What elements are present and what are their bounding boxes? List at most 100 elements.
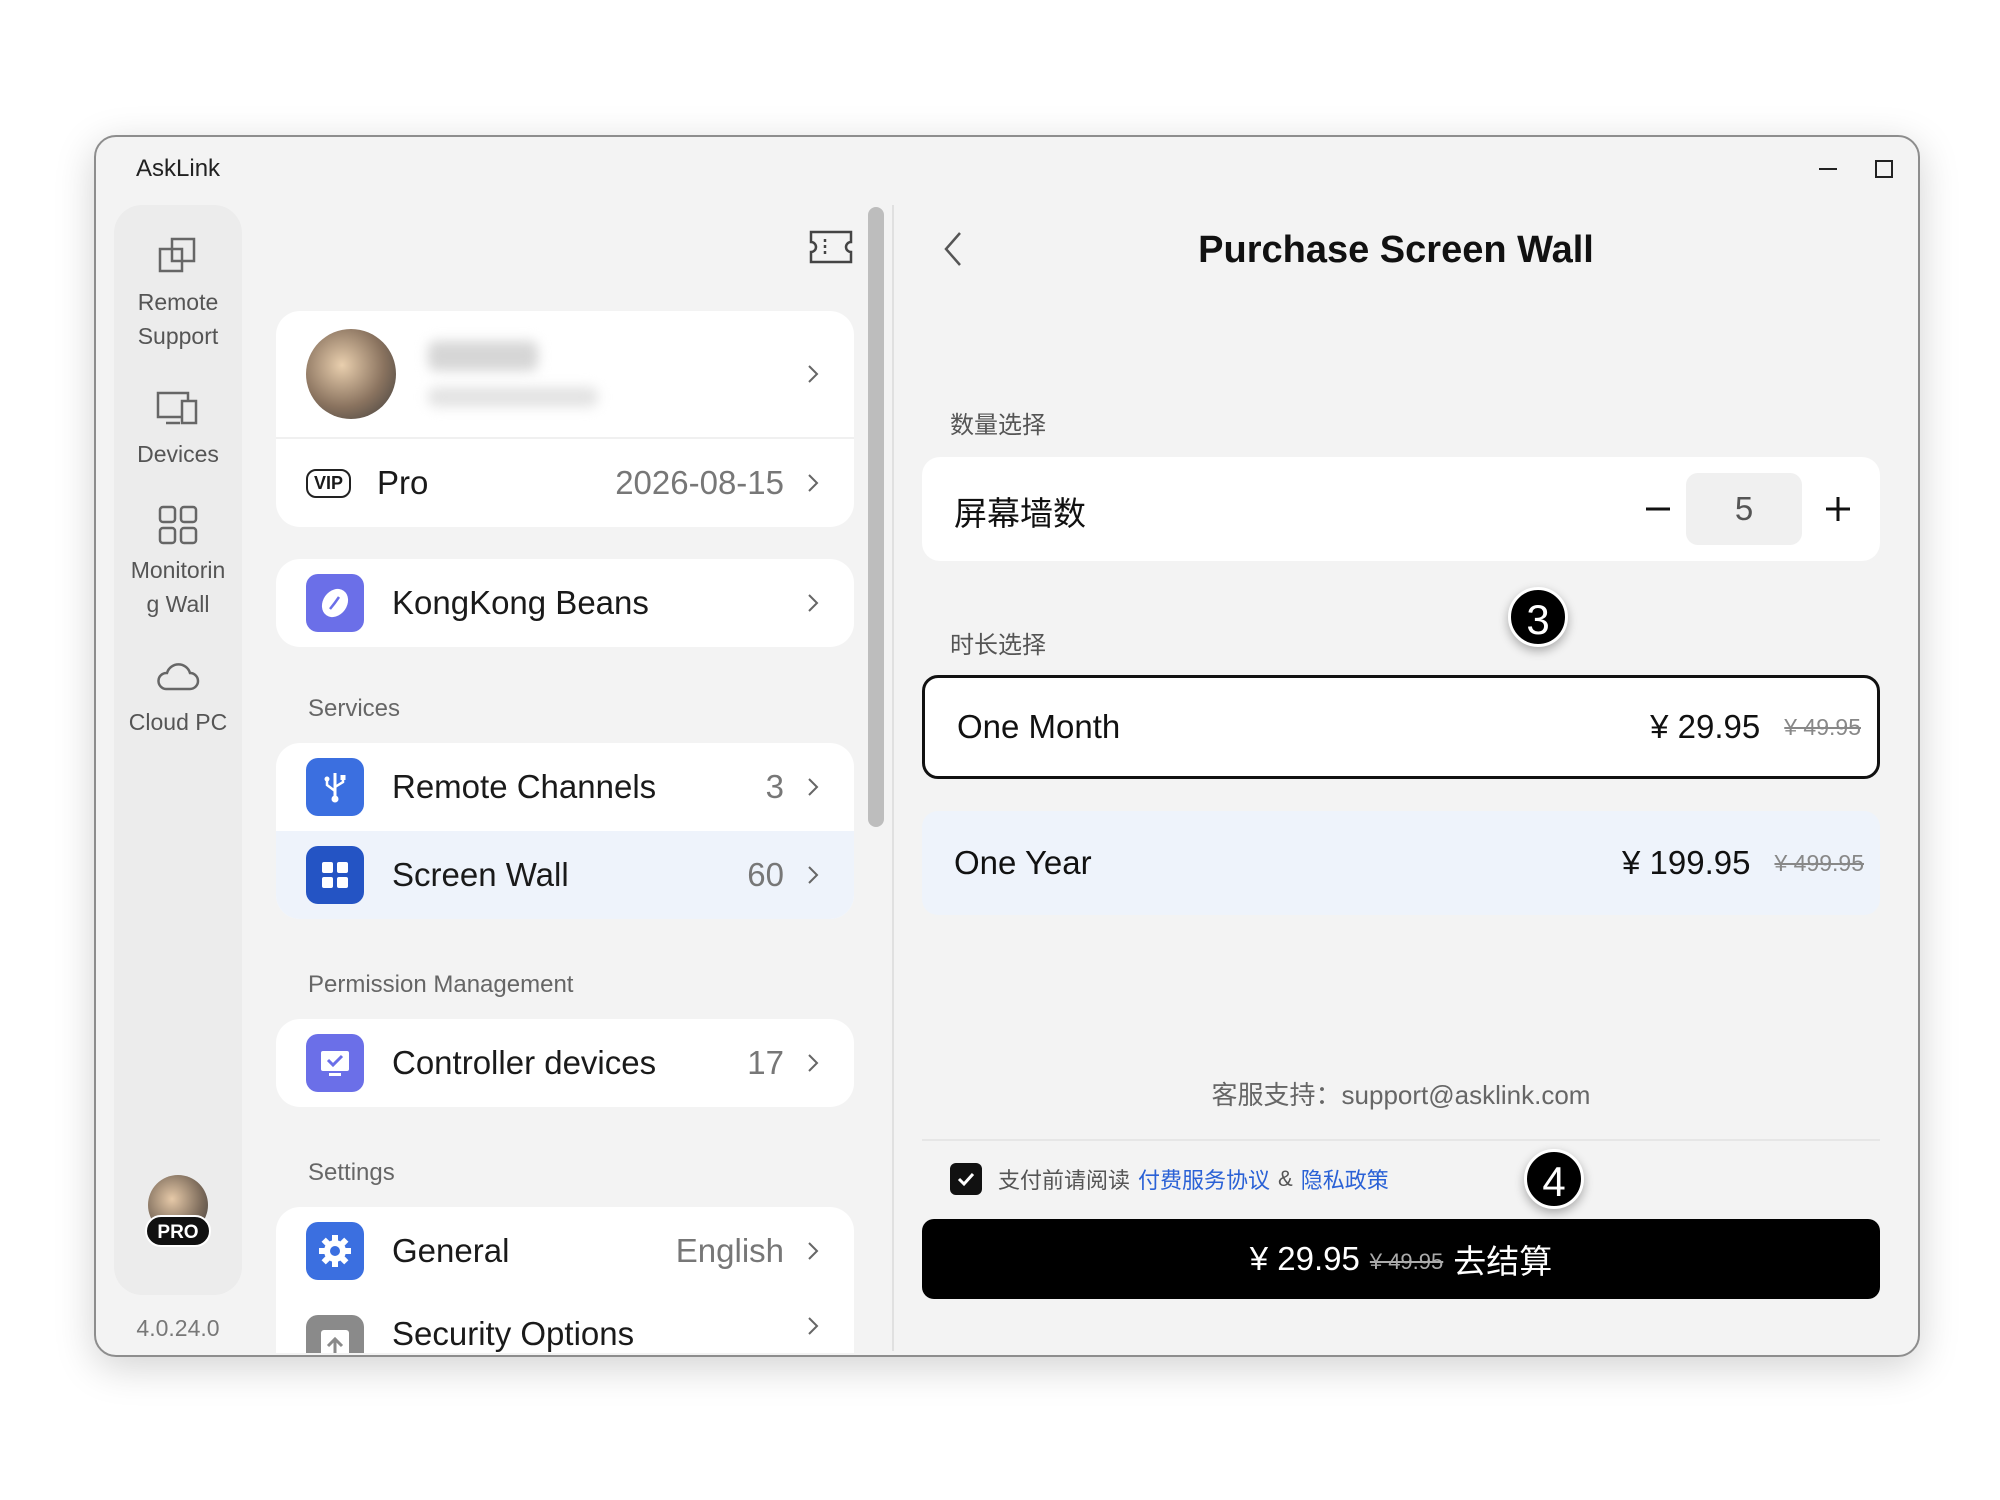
services-card: Remote Channels 3 Screen Wall 60	[276, 743, 854, 919]
security-options-row[interactable]: Security Options	[276, 1295, 854, 1353]
gear-icon	[306, 1222, 364, 1280]
quantity-label: 屏幕墙数	[954, 495, 1086, 532]
agreement-row: 支付前请阅读 付费服务协议 & 隐私政策	[950, 1163, 1397, 1195]
nav-label-devices: Devices	[137, 441, 219, 467]
nav-item-remote-support[interactable]: Remote Support	[114, 233, 242, 353]
screen-wall-icon	[306, 846, 364, 904]
permission-card: Controller devices 17	[276, 1019, 854, 1107]
checkout-label: 去结算	[1453, 1243, 1553, 1280]
usb-icon	[306, 758, 364, 816]
service-agreement-link[interactable]: 付费服务协议	[1138, 1163, 1270, 1195]
settings-section-label: Settings	[308, 1159, 395, 1186]
checkout-button[interactable]: ¥ 29.95 ¥ 49.95 去结算	[922, 1219, 1880, 1299]
cloud-icon	[154, 653, 202, 701]
general-settings-row[interactable]: General English	[276, 1207, 854, 1295]
chevron-right-icon	[808, 594, 819, 612]
plan-one-month[interactable]: One Month ¥ 29.95 ¥ 49.95	[922, 675, 1880, 779]
nav-item-monitoring-wall[interactable]: Monitoring Wall	[114, 501, 242, 621]
redacted-user-info	[428, 341, 802, 407]
remote-support-icon	[154, 233, 202, 281]
plan-name: One Year	[954, 844, 1092, 881]
quantity-section-label: 数量选择	[950, 412, 1046, 439]
chevron-right-icon	[808, 778, 819, 796]
bean-icon	[306, 574, 364, 632]
divider	[922, 1139, 1880, 1141]
maximize-icon	[1875, 160, 1893, 178]
controller-devices-row[interactable]: Controller devices 17	[276, 1019, 854, 1107]
controller-devices-icon	[306, 1034, 364, 1092]
plan-one-year[interactable]: One Year ¥ 199.95 ¥ 499.95	[922, 811, 1880, 915]
security-upload-icon	[306, 1315, 364, 1353]
controller-devices-count: 17	[747, 1044, 784, 1081]
plan-price: ¥ 199.95	[1622, 844, 1751, 881]
kongkong-beans-label: KongKong Beans	[392, 584, 649, 621]
remote-channels-label: Remote Channels	[392, 768, 657, 805]
settings-card: General English Security Options	[276, 1207, 854, 1353]
profile-avatar	[306, 329, 396, 419]
nav-label-remote-support: Remote Support	[137, 289, 219, 349]
language-value: English	[675, 1232, 784, 1269]
account-card: VIP Pro 2026-08-15	[276, 311, 854, 527]
agree-prefix: 支付前请阅读	[998, 1168, 1131, 1193]
pane-divider	[892, 205, 894, 1351]
user-profile-row[interactable]	[276, 311, 854, 439]
general-settings-label: General	[392, 1232, 510, 1269]
plan-original-price: ¥ 499.95	[1774, 849, 1864, 876]
membership-expiry: 2026-08-15	[615, 464, 784, 501]
controller-devices-label: Controller devices	[392, 1044, 657, 1081]
decrease-quantity-button[interactable]	[1636, 487, 1680, 531]
plan-name: One Month	[957, 708, 1121, 745]
maximize-button[interactable]	[1864, 149, 1904, 189]
page-title: Purchase Screen Wall	[1198, 229, 1594, 271]
pro-badge: PRO	[145, 1215, 211, 1247]
membership-row[interactable]: VIP Pro 2026-08-15	[276, 439, 854, 527]
nav-item-devices[interactable]: Devices	[114, 385, 242, 471]
chevron-right-icon	[808, 474, 819, 492]
chevron-right-icon	[808, 365, 819, 383]
app-version: 4.0.24.0	[136, 1315, 220, 1341]
side-nav: Remote Support Devices Monitoring Wall C…	[114, 205, 242, 1295]
app-window: AskLink Remote Support Devices Monitorin…	[94, 135, 1920, 1357]
chevron-right-icon	[808, 1242, 819, 1260]
agree-checkbox[interactable]	[950, 1163, 982, 1195]
permission-section-label: Permission Management	[308, 971, 574, 998]
screen-wall-count: 60	[747, 856, 784, 893]
kongkong-beans-row[interactable]: KongKong Beans	[276, 559, 854, 647]
screen-wall-label: Screen Wall	[392, 856, 569, 893]
agree-and: &	[1278, 1166, 1293, 1191]
beans-card: KongKong Beans	[276, 559, 854, 647]
step-badge-3: 3	[1508, 587, 1568, 647]
chevron-right-icon	[808, 1317, 819, 1335]
step-badge-4: 4	[1524, 1149, 1584, 1209]
plan-original-price: ¥ 49.95	[1784, 713, 1861, 740]
back-button[interactable]	[936, 227, 972, 271]
checkout-original-price: ¥ 49.95	[1369, 1249, 1444, 1274]
vip-tag: VIP	[306, 468, 352, 498]
increase-quantity-button[interactable]	[1816, 487, 1860, 531]
quantity-value[interactable]: 5	[1686, 473, 1802, 545]
devices-icon	[154, 385, 202, 433]
privacy-policy-link[interactable]: 隐私政策	[1301, 1163, 1389, 1195]
chevron-right-icon	[808, 1054, 819, 1072]
nav-item-cloud-pc[interactable]: Cloud PC	[114, 653, 242, 739]
chevron-right-icon	[808, 866, 819, 884]
plan-price: ¥ 29.95	[1650, 708, 1761, 745]
minimize-button[interactable]	[1808, 149, 1848, 189]
remote-channels-count: 3	[765, 768, 784, 805]
remote-channels-row[interactable]: Remote Channels 3	[276, 743, 854, 831]
minus-icon	[1646, 507, 1670, 511]
membership-label: Pro	[377, 464, 429, 501]
minimize-icon	[1819, 168, 1837, 170]
screen-wall-row[interactable]: Screen Wall 60	[276, 831, 854, 919]
coupon-ticket-icon[interactable]	[808, 229, 854, 265]
chevron-left-icon	[944, 232, 961, 266]
plus-icon	[1826, 497, 1850, 521]
window-title: AskLink	[136, 155, 221, 182]
checkout-price: ¥ 29.95	[1249, 1240, 1360, 1277]
duration-section-label: 时长选择	[950, 632, 1046, 659]
nav-label-cloud-pc: Cloud PC	[128, 709, 228, 735]
nav-label-monitoring-wall: Monitoring Wall	[130, 557, 226, 617]
checkmark-icon	[957, 1172, 975, 1187]
list-scrollbar[interactable]	[868, 207, 884, 827]
services-section-label: Services	[308, 695, 401, 722]
